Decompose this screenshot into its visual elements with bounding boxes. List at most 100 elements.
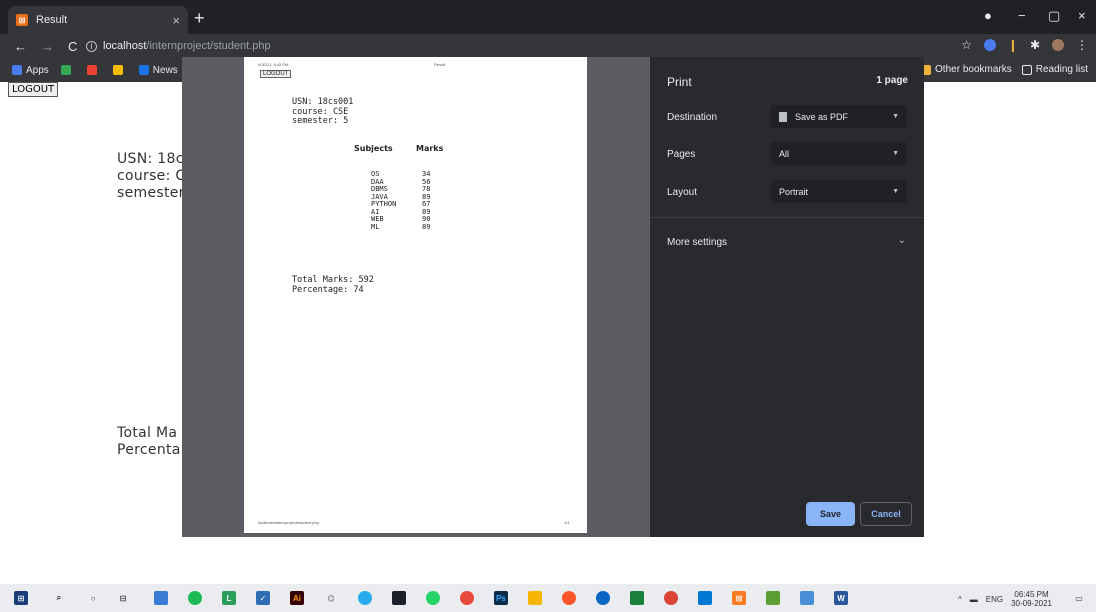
spotify-icon[interactable]: [188, 591, 202, 605]
telegram-icon[interactable]: [358, 591, 372, 605]
app-pen-icon[interactable]: [800, 591, 814, 605]
bookmark-apps[interactable]: Apps: [12, 65, 49, 76]
minimize-button[interactable]: −: [1018, 8, 1026, 23]
brave-icon[interactable]: [562, 591, 576, 605]
extension-icon[interactable]: [983, 39, 996, 51]
app-check-icon[interactable]: ✓: [256, 591, 270, 605]
preview-student-info: USN: 18cs001 course: CSE semester: 5: [292, 97, 353, 127]
tab-close-icon[interactable]: ×: [172, 13, 180, 28]
url-path: /internproject/student.php: [146, 40, 271, 52]
usn-text: USN: 18c: [117, 151, 184, 167]
layout-label: Layout: [667, 187, 698, 198]
illustrator-icon[interactable]: Ai: [290, 591, 304, 605]
preview-total-marks: Total Marks: 592: [292, 275, 374, 285]
app-orange-icon[interactable]: [460, 591, 474, 605]
print-settings-panel: Print 1 page Destination Save as PDF ▼ P…: [650, 57, 924, 537]
profile-dot-icon[interactable]: ●: [984, 8, 992, 23]
pages-select[interactable]: All ▼: [771, 142, 907, 165]
forward-arrow-icon[interactable]: →: [41, 39, 54, 54]
course-text: course: C: [117, 168, 186, 184]
language-indicator[interactable]: ENG: [986, 595, 1003, 604]
preview-marks-list: 34 56 78 89 67 89 90 89: [422, 170, 430, 231]
word-icon[interactable]: W: [834, 591, 848, 605]
windows-start-icon[interactable]: ⊞: [14, 591, 28, 605]
whatsapp-icon[interactable]: [426, 591, 440, 605]
reload-icon[interactable]: C: [68, 39, 77, 54]
play-icon: [60, 65, 71, 75]
preview-totals: Total Marks: 592 Percentage: 74: [292, 275, 374, 295]
chevron-down-icon: ▼: [892, 150, 899, 157]
other-bookmarks[interactable]: Other bookmarks: [921, 64, 1012, 75]
drive-icon[interactable]: [630, 591, 644, 605]
clock[interactable]: 06:45 PM 30-09-2021: [1011, 590, 1052, 608]
reading-list-label: Reading list: [1035, 64, 1088, 75]
layout-select[interactable]: Portrait ▼: [771, 180, 907, 203]
bookmark-youtube[interactable]: [86, 65, 101, 75]
percent-text: Percenta: [117, 442, 181, 458]
chrome-icon[interactable]: [664, 591, 678, 605]
url-host: localhost: [103, 40, 147, 52]
preview-col-subjects: Subjects: [354, 144, 393, 153]
puzzle-icon[interactable]: ✱: [1030, 38, 1040, 52]
layout-value: Portrait: [779, 186, 809, 197]
notification-icon[interactable]: ▭: [1072, 591, 1086, 605]
page-count: 1 page: [876, 75, 908, 86]
app-blue-icon[interactable]: [596, 591, 610, 605]
battery-icon[interactable]: ▬: [970, 595, 978, 604]
vscode-icon[interactable]: [698, 591, 712, 605]
preview-subjects-list: OS DAA DBMS JAVA PYTHON AI WEB ML: [371, 170, 396, 231]
pages-label: Pages: [667, 149, 696, 160]
preview-header-date: 9/30/21, 6:45 PM: [258, 62, 289, 67]
logout-button[interactable]: LOGOUT: [8, 82, 59, 97]
chevron-down-icon[interactable]: ⌄: [898, 235, 906, 246]
semester-text: semester: [117, 185, 185, 201]
maximize-button[interactable]: ▢: [1048, 8, 1060, 24]
info-icon[interactable]: i: [86, 40, 97, 52]
apps-grid-icon: [12, 65, 22, 75]
photoshop-icon[interactable]: Ps: [494, 591, 508, 605]
youtube-icon: [86, 65, 97, 75]
more-settings-toggle[interactable]: More settings: [667, 237, 727, 248]
xampp-favicon-icon: ⊠: [16, 14, 28, 26]
avatar[interactable]: [1052, 39, 1064, 51]
clock-date: 30-09-2021: [1011, 599, 1052, 608]
destination-select[interactable]: Save as PDF ▼: [771, 105, 907, 128]
pages-value: All: [779, 148, 790, 159]
clock-time: 06:45 PM: [1014, 590, 1049, 599]
other-bookmarks-label: Other bookmarks: [935, 64, 1012, 75]
notes-icon[interactable]: [528, 591, 542, 605]
task-view-icon[interactable]: ⊟: [116, 591, 130, 605]
save-button[interactable]: Save: [806, 502, 855, 526]
xampp-icon[interactable]: ⊠: [732, 591, 746, 605]
address-bar[interactable]: i localhost /internproject/student.php: [86, 36, 906, 56]
store-icon[interactable]: [392, 591, 406, 605]
tab-result[interactable]: ⊠ Result ×: [8, 6, 188, 34]
preview-header-title: Result: [434, 62, 446, 67]
bookmark-maps[interactable]: [112, 65, 127, 75]
bookmark-news[interactable]: News: [138, 65, 178, 76]
preview-logout: LOGOUT: [260, 70, 292, 78]
app-l-icon[interactable]: L: [222, 591, 236, 605]
bookmark-play[interactable]: [60, 65, 75, 75]
destination-value: Save as PDF: [795, 111, 849, 122]
close-window-button[interactable]: ×: [1078, 8, 1086, 23]
extension-pin-icon[interactable]: ❙: [1008, 38, 1018, 52]
tab-title: Result: [36, 14, 68, 26]
reading-list[interactable]: Reading list: [1021, 64, 1088, 75]
new-tab-button[interactable]: +: [194, 8, 205, 28]
cancel-button[interactable]: Cancel: [860, 502, 912, 526]
search-icon[interactable]: ⌕: [52, 591, 66, 605]
file-explorer-icon[interactable]: [154, 591, 168, 605]
menu-kebab-icon[interactable]: ⋮: [1076, 38, 1088, 52]
preview-semester: semester: 5: [292, 116, 349, 126]
chevron-down-icon: ▼: [892, 113, 899, 120]
github-icon[interactable]: ⌬: [324, 591, 338, 605]
cortana-icon[interactable]: ○: [86, 591, 100, 605]
star-icon[interactable]: ☆: [961, 38, 972, 52]
chevron-down-icon: ▼: [892, 188, 899, 195]
app-green-icon[interactable]: [766, 591, 780, 605]
chevron-up-icon[interactable]: ^: [958, 595, 962, 604]
preview-footer-page: 1/1: [564, 520, 570, 525]
back-arrow-icon[interactable]: ←: [14, 39, 27, 54]
print-preview-area: 9/30/21, 6:45 PM Result LOGOUT USN: 18cs…: [182, 57, 650, 537]
